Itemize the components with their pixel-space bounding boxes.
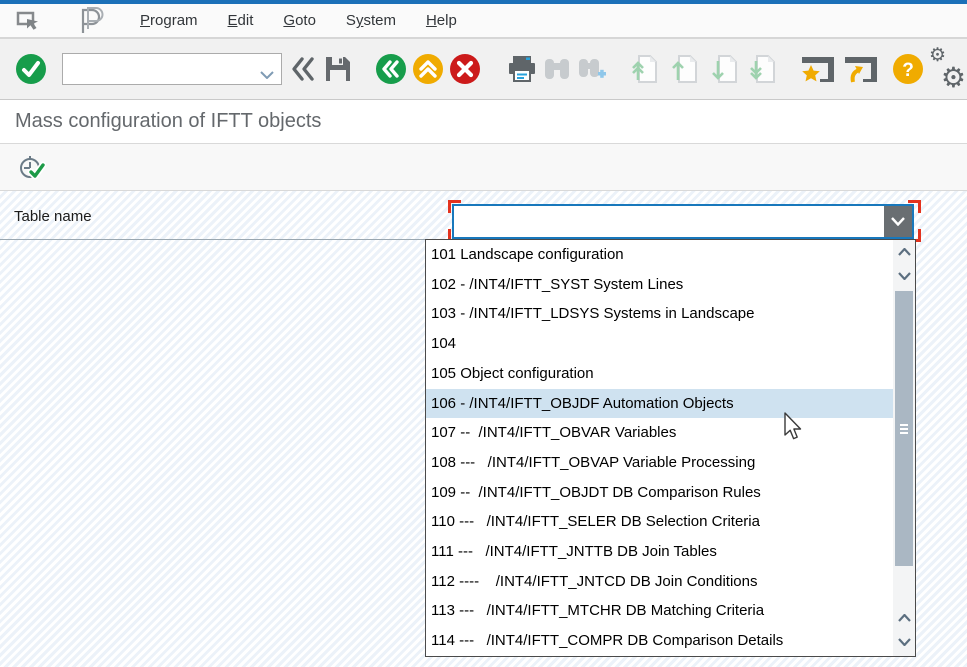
table-name-input[interactable] — [454, 206, 874, 237]
system-toolbar: ? ⚙ ⚙ — [0, 39, 967, 100]
scrollbar-thumb[interactable] — [895, 291, 913, 566]
sap-screen-icon[interactable] — [74, 5, 108, 37]
dropdown-item-102[interactable]: 102 - /INT4/IFTT_SYST System Lines — [426, 270, 893, 300]
command-field[interactable] — [62, 53, 282, 85]
dropdown-list: 101 Landscape configuration102 - /INT4/I… — [426, 240, 893, 656]
dropdown-item-101[interactable]: 101 Landscape configuration — [426, 240, 893, 270]
page-title: Mass configuration of IFTT objects — [15, 110, 321, 133]
dropdown-item-109[interactable]: 109 -- /INT4/IFTT_OBJDT DB Comparison Ru… — [426, 478, 893, 508]
scroll-down-icon[interactable] — [893, 630, 915, 654]
menu-bar: Program Edit Goto System Help — [0, 4, 967, 39]
previous-page-icon[interactable] — [672, 54, 698, 84]
menu-program[interactable]: Program — [140, 12, 198, 29]
dropdown-item-112[interactable]: 112 ---- /INT4/IFTT_JNTCD DB Join Condit… — [426, 567, 893, 597]
table-name-combobox[interactable] — [452, 204, 914, 239]
scroll-down-icon[interactable] — [893, 264, 915, 288]
execute-icon[interactable] — [18, 153, 46, 181]
menu-goto[interactable]: Goto — [283, 12, 316, 29]
dropdown-item-108[interactable]: 108 --- /INT4/IFTT_OBVAP Variable Proces… — [426, 448, 893, 478]
dropdown-scrollbar[interactable] — [893, 240, 915, 656]
dropdown-item-105[interactable]: 105 Object configuration — [426, 359, 893, 389]
focus-bracket — [908, 200, 921, 213]
scrollbar-grip-icon — [900, 424, 908, 434]
dropdown-item-113[interactable]: 113 --- /INT4/IFTT_MTCHR DB Matching Cri… — [426, 596, 893, 626]
hide-command-bar-icon[interactable] — [290, 56, 316, 82]
chevron-down-icon[interactable] — [260, 66, 274, 84]
find-icon[interactable] — [542, 55, 572, 83]
scroll-up-icon[interactable] — [893, 240, 915, 264]
menu-system[interactable]: System — [346, 12, 396, 29]
dropdown-item-106[interactable]: 106 - /INT4/IFTT_OBJDF Automation Object… — [426, 389, 893, 419]
svg-text:?: ? — [902, 60, 914, 81]
main-content: Table name 101 Landscape configuration10… — [0, 191, 967, 667]
application-toolbar — [0, 144, 967, 191]
enter-icon[interactable] — [16, 54, 46, 84]
create-shortcut-icon[interactable] — [843, 53, 879, 85]
first-page-icon[interactable] — [632, 54, 658, 84]
save-icon[interactable] — [324, 55, 352, 83]
last-page-icon[interactable] — [750, 54, 776, 84]
dropdown-item-110[interactable]: 110 --- /INT4/IFTT_SELER DB Selection Cr… — [426, 507, 893, 537]
back-icon[interactable] — [376, 54, 406, 84]
scroll-up-icon[interactable] — [893, 606, 915, 630]
exit-icon[interactable] — [413, 54, 443, 84]
menu-help[interactable]: Help — [426, 12, 457, 29]
table-name-label: Table name — [14, 208, 92, 225]
menu-edit[interactable]: Edit — [228, 12, 254, 29]
dropdown-item-104[interactable]: 104 — [426, 329, 893, 359]
focus-bracket — [448, 200, 461, 213]
print-icon[interactable] — [506, 54, 538, 84]
customize-layout-icon[interactable]: ⚙ ⚙ — [930, 52, 964, 86]
form-row-divider — [0, 239, 425, 240]
cancel-icon[interactable] — [450, 54, 480, 84]
system-menu-icon[interactable] — [16, 10, 44, 32]
dropdown-item-114[interactable]: 114 --- /INT4/IFTT_COMPR DB Comparison D… — [426, 626, 893, 656]
dropdown-item-107[interactable]: 107 -- /INT4/IFTT_OBVAR Variables — [426, 418, 893, 448]
dropdown-panel: 101 Landscape configuration102 - /INT4/I… — [425, 239, 916, 657]
menu-items: Program Edit Goto System Help — [140, 12, 457, 29]
next-page-icon[interactable] — [712, 54, 738, 84]
dropdown-item-111[interactable]: 111 --- /INT4/IFTT_JNTTB DB Join Tables — [426, 537, 893, 567]
help-icon[interactable]: ? — [893, 54, 923, 84]
find-next-icon[interactable] — [576, 55, 606, 83]
command-input[interactable] — [63, 54, 261, 84]
dropdown-item-103[interactable]: 103 - /INT4/IFTT_LDSYS Systems in Landsc… — [426, 299, 893, 329]
title-bar: Mass configuration of IFTT objects — [0, 100, 967, 144]
new-session-icon[interactable] — [800, 53, 836, 85]
